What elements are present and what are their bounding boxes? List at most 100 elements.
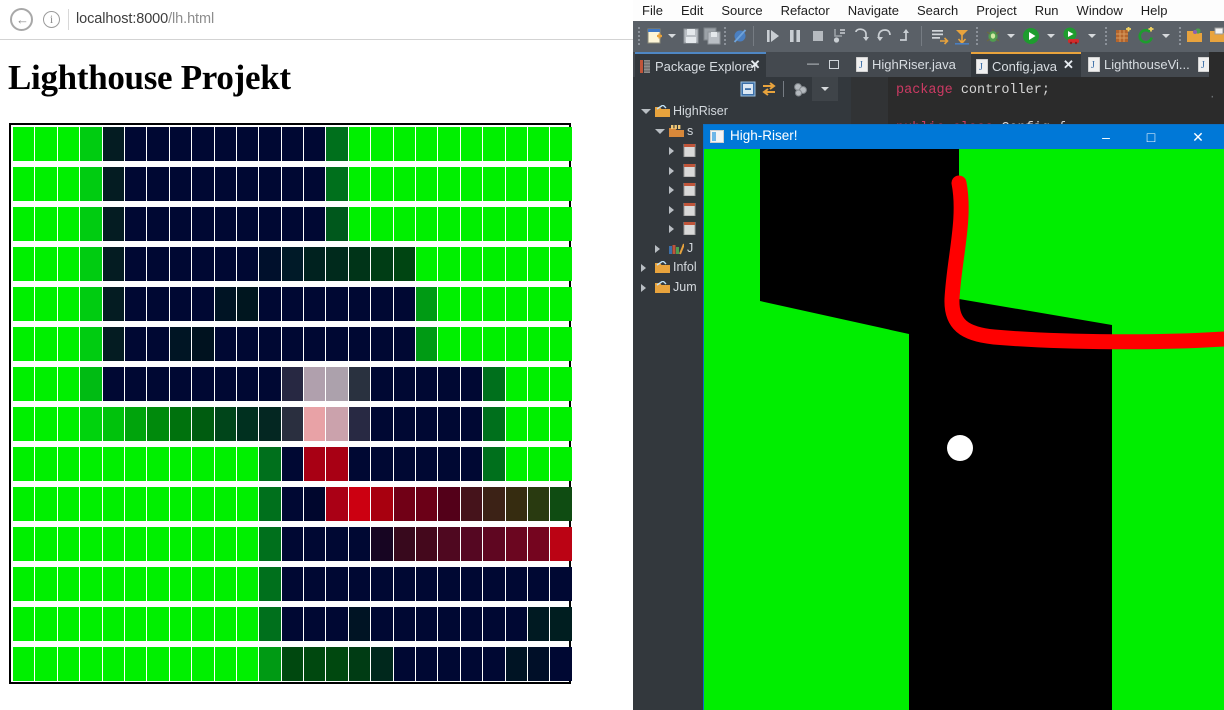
debug-icon[interactable]: [984, 27, 1002, 45]
toolbar-drag-handle[interactable]: [638, 27, 640, 45]
grid-cell: [304, 367, 326, 401]
new-java-project-icon[interactable]: [1114, 27, 1132, 45]
new-dropdown-caret[interactable]: [668, 34, 676, 38]
menu-item-navigate[interactable]: Navigate: [839, 0, 908, 20]
tree-expand-arrow-closed[interactable]: [669, 147, 674, 155]
open-resource-icon[interactable]: [1209, 27, 1224, 45]
grid-cell: [304, 647, 326, 681]
skip-all-breakpoints-icon[interactable]: [731, 27, 749, 45]
new-annotation-icon[interactable]: [1137, 27, 1155, 45]
menu-item-window[interactable]: Window: [1068, 0, 1132, 20]
tree-expand-arrow-closed[interactable]: [641, 264, 646, 272]
new-wizard-icon[interactable]: [646, 27, 664, 45]
save-all-icon[interactable]: [703, 27, 721, 45]
step-into-icon[interactable]: [831, 27, 849, 45]
coverage-icon[interactable]: [1062, 27, 1080, 45]
grid-cell: [438, 567, 460, 601]
site-info-icon[interactable]: i: [43, 11, 60, 28]
grid-cell: [281, 487, 304, 521]
grid-cell: [416, 447, 438, 481]
project-folder-icon: [655, 105, 670, 117]
minimize-button[interactable]: –: [1084, 125, 1128, 149]
grid-cell: [102, 167, 124, 201]
back-button[interactable]: ←: [10, 8, 33, 31]
maximize-icon[interactable]: [829, 60, 839, 69]
grid-cell: [192, 607, 214, 641]
tree-expand-arrow-closed[interactable]: [641, 283, 646, 292]
tab-config-java[interactable]: J Config.java ✕: [971, 52, 1081, 77]
grid-cell: [438, 647, 460, 681]
grid-cell: [483, 207, 505, 241]
menu-item-search[interactable]: Search: [908, 0, 967, 20]
terminate-icon[interactable]: [809, 27, 827, 45]
grid-cell: [192, 567, 214, 601]
tree-expand-arrow-open[interactable]: [641, 109, 651, 114]
grid-cell: [13, 527, 35, 561]
suspend-icon[interactable]: [786, 27, 804, 45]
grid-cell: [416, 247, 438, 281]
grid-cell: [169, 247, 192, 281]
grid-cell: [527, 607, 550, 641]
menu-item-edit[interactable]: Edit: [672, 0, 712, 20]
tab-lighthousevi[interactable]: J LighthouseVi...: [1083, 52, 1191, 77]
grid-cell: [348, 487, 371, 521]
new-item-caret[interactable]: [1162, 34, 1170, 38]
run-dropdown-caret[interactable]: [1047, 34, 1055, 38]
close-icon[interactable]: ✕: [750, 58, 762, 71]
grid-cell: [393, 327, 416, 361]
tab-package-explorer[interactable]: Package Explorer ✕: [635, 52, 766, 77]
grid-cell: [550, 407, 572, 441]
grid-cell: [326, 367, 348, 401]
tree-expand-arrow-closed[interactable]: [669, 225, 674, 233]
step-over-icon[interactable]: [853, 27, 871, 45]
open-type-icon[interactable]: [931, 27, 949, 45]
grid-cell: [236, 127, 259, 161]
grid-cell: [13, 287, 35, 321]
tab-highriser-java[interactable]: J HighRiser.java: [851, 52, 969, 77]
game-titlebar[interactable]: High-Riser! – □ ✕: [704, 125, 1224, 149]
grid-cell: [326, 327, 348, 361]
coverage-dropdown-caret[interactable]: [1088, 34, 1096, 38]
drop-to-frame-icon[interactable]: [897, 27, 915, 45]
close-icon[interactable]: ✕: [1063, 58, 1075, 71]
menu-item-run[interactable]: Run: [1026, 0, 1068, 20]
grid-cell: [326, 447, 348, 481]
grid-cell: [550, 287, 572, 321]
open-folder-icon[interactable]: [1186, 27, 1204, 45]
grid-cell: [192, 287, 214, 321]
tree-expand-arrow-open[interactable]: [655, 128, 665, 134]
menu-item-help[interactable]: Help: [1132, 0, 1177, 20]
grid-cell: [192, 647, 214, 681]
run-icon[interactable]: [1022, 27, 1040, 45]
resume-icon[interactable]: [764, 27, 782, 45]
grid-cell: [236, 207, 259, 241]
menu-item-source[interactable]: Source: [712, 0, 771, 20]
tree-expand-arrow-closed[interactable]: [669, 186, 674, 194]
tree-expand-arrow-closed[interactable]: [669, 166, 674, 175]
grid-cell: [527, 327, 550, 361]
tree-expand-arrow-closed[interactable]: [669, 205, 674, 214]
view-menu-icon[interactable]: [792, 81, 808, 97]
tree-expand-arrow-closed[interactable]: [655, 244, 660, 253]
grid-row: [13, 527, 572, 561]
grid-cell: [259, 407, 281, 441]
grid-cell: [371, 287, 393, 321]
grid-cell: [416, 607, 438, 641]
maximize-button[interactable]: □: [1129, 125, 1173, 149]
close-button[interactable]: ✕: [1176, 125, 1220, 149]
grid-cell: [505, 567, 527, 601]
game-canvas[interactable]: [704, 149, 1224, 710]
link-with-editor-icon[interactable]: [761, 81, 777, 97]
view-menu-caret[interactable]: [821, 87, 829, 91]
grid-cell: [326, 207, 348, 241]
minimize-icon[interactable]: —: [807, 57, 819, 70]
menu-item-project[interactable]: Project: [967, 0, 1025, 20]
menu-item-file[interactable]: File: [633, 0, 672, 20]
open-task-icon[interactable]: [953, 27, 971, 45]
url-bar[interactable]: localhost:8000/lh.html: [76, 11, 214, 27]
save-icon[interactable]: [682, 27, 700, 45]
step-return-icon[interactable]: [875, 27, 893, 45]
debug-dropdown-caret[interactable]: [1007, 34, 1015, 38]
menu-item-refactor[interactable]: Refactor: [772, 0, 839, 20]
collapse-all-icon[interactable]: [740, 81, 756, 97]
